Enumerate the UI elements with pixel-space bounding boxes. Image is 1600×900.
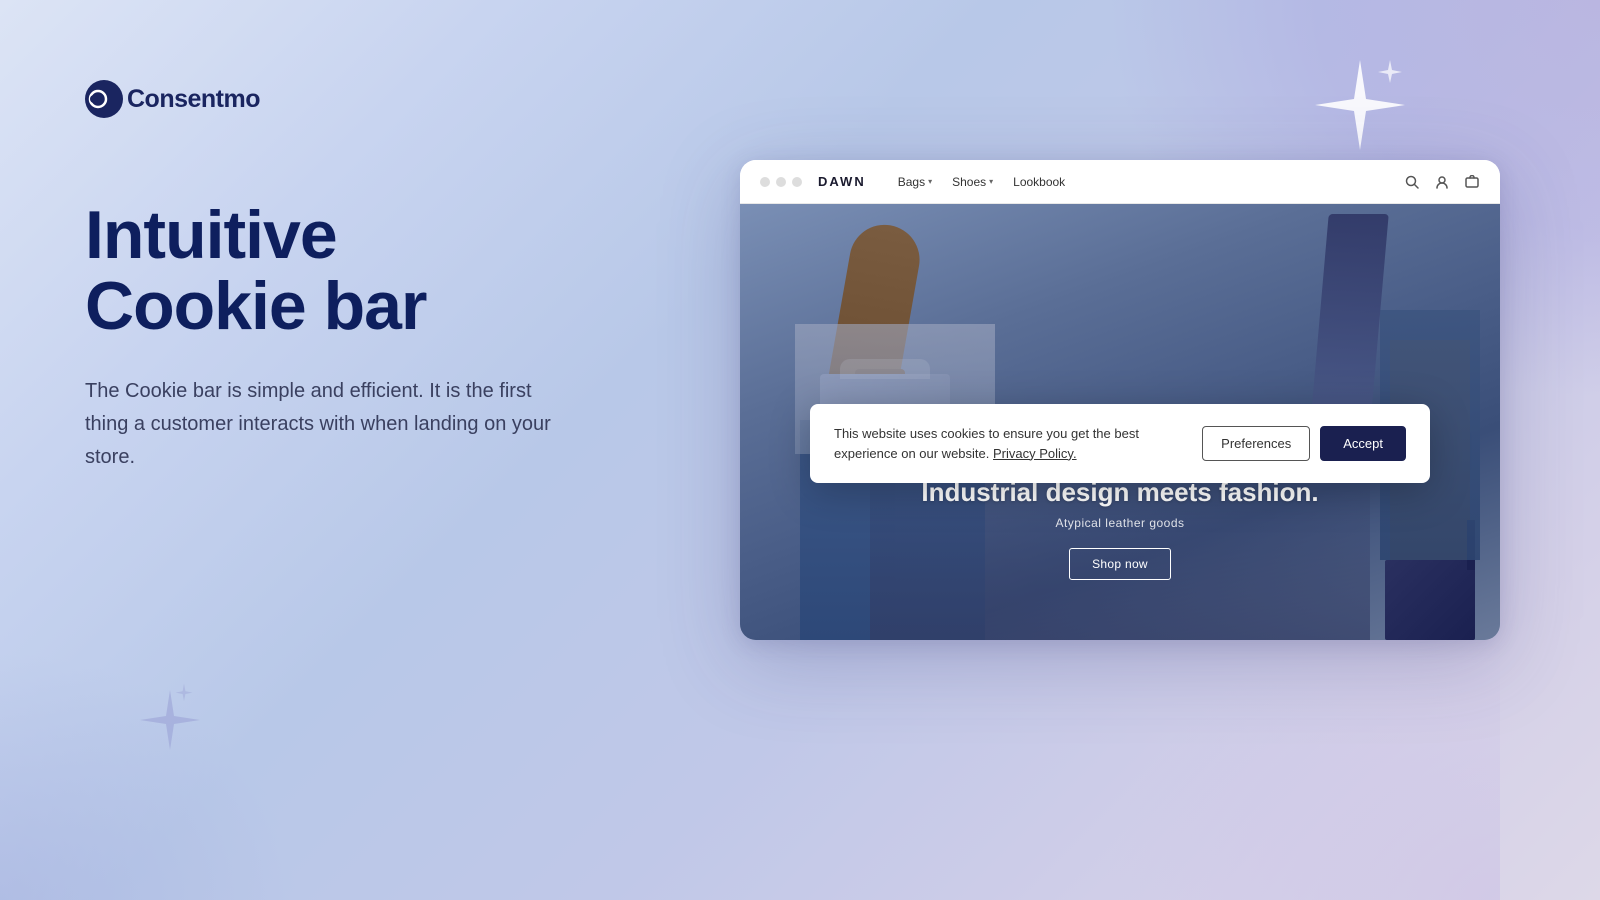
sparkle-icon-bottom-left (130, 680, 210, 760)
user-icon[interactable] (1434, 174, 1450, 190)
browser-dot-2 (776, 177, 786, 187)
hero-text-overlay: Industrial design meets fashion. Atypica… (920, 477, 1320, 580)
cookie-buttons: Preferences Accept (1202, 426, 1406, 461)
preferences-button[interactable]: Preferences (1202, 426, 1310, 461)
nav-items: Bags ▾ Shoes ▾ Lookbook (898, 175, 1404, 189)
sparkle-bottom-left (130, 680, 210, 760)
nav-item-lookbook: Lookbook (1013, 175, 1065, 189)
browser-dot-3 (792, 177, 802, 187)
logo: Consentmo (85, 80, 260, 118)
cart-icon[interactable] (1464, 174, 1480, 190)
bg-blob-bottom-right (1100, 600, 1500, 900)
shop-now-button[interactable]: Shop now (1069, 548, 1171, 580)
hero-subline: Atypical leather goods (920, 516, 1320, 530)
sparkle-top-right (1310, 55, 1410, 175)
cookie-message: This website uses cookies to ensure you … (834, 424, 1182, 463)
sparkle-icon-top-right (1310, 55, 1410, 175)
browser-dots (760, 177, 802, 187)
search-icon[interactable] (1404, 174, 1420, 190)
accept-button[interactable]: Accept (1320, 426, 1406, 461)
description-text: The Cookie bar is simple and efficient. … (85, 375, 565, 474)
heading-line1: Intuitive (85, 200, 605, 271)
logo-icon (85, 80, 123, 118)
nav-item-bags: Bags ▾ (898, 175, 932, 189)
main-heading: Intuitive Cookie bar (85, 200, 605, 343)
site-logo: DAWN (818, 174, 866, 189)
browser-dot-1 (760, 177, 770, 187)
left-content: Intuitive Cookie bar The Cookie bar is s… (85, 200, 605, 474)
browser-nav: DAWN Bags ▾ Shoes ▾ Lookbook (740, 160, 1500, 204)
cookie-bar: This website uses cookies to ensure you … (810, 404, 1430, 483)
browser-mockup: DAWN Bags ▾ Shoes ▾ Lookbook (740, 160, 1500, 640)
nav-item-shoes: Shoes ▾ (952, 175, 993, 189)
heading-line2: Cookie bar (85, 271, 605, 342)
cookie-message-text: This website uses cookies to ensure you … (834, 426, 1139, 461)
hero-area: Industrial design meets fashion. Atypica… (740, 204, 1500, 640)
privacy-policy-link[interactable]: Privacy Policy. (993, 446, 1077, 461)
nav-icons (1404, 174, 1480, 190)
